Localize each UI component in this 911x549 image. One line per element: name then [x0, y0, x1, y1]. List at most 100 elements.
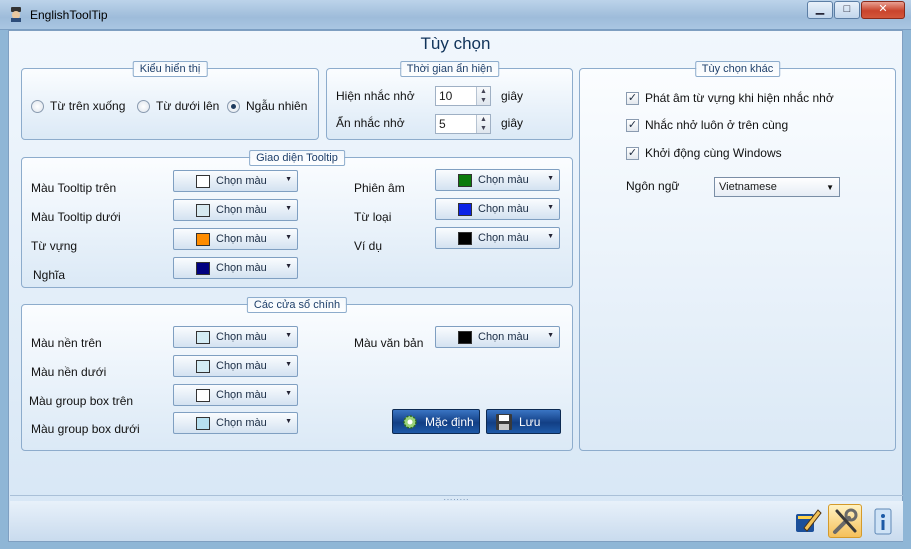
window-title: EnglishToolTip — [30, 8, 108, 22]
main-window-group: Các cửa sổ chính Màu nền trên Chọn màu ▼… — [21, 297, 573, 451]
picker-label: Chọn màu — [478, 174, 529, 186]
radio-random[interactable] — [227, 100, 240, 113]
bg-top-color-picker[interactable]: Chọn màu ▼ — [173, 326, 298, 348]
timing-group: Thời gian ẩn hiện Hiện nhắc nhở 10 ▲ ▼ gi… — [326, 61, 573, 140]
about-info-icon — [874, 508, 892, 535]
page-title: Tùy chọn — [420, 34, 491, 53]
other-options-group: Tùy chọn khác ✓ Phát âm từ vựng khi hiện… — [579, 61, 896, 451]
word-type-color-label: Từ loại — [354, 210, 392, 224]
about-tool-button[interactable] — [866, 504, 900, 538]
dictionary-tool-button[interactable] — [790, 504, 824, 538]
options-client-area: Tùy chọn Kiểu hiển thị Từ trên xuống Từ … — [8, 30, 903, 542]
close-button[interactable]: ✕ — [861, 1, 905, 19]
check-pronounce-label[interactable]: Phát âm từ vựng khi hiện nhắc nhở — [645, 91, 834, 105]
save-button[interactable]: Lưu — [486, 409, 561, 434]
color-swatch — [196, 175, 210, 188]
color-swatch — [196, 331, 210, 344]
picker-label: Chọn màu — [216, 389, 267, 401]
picker-label: Chọn màu — [478, 331, 529, 343]
spin-up-icon[interactable]: ▲ — [477, 115, 490, 124]
chevron-down-icon: ▼ — [285, 263, 292, 270]
spin-down-icon[interactable]: ▼ — [477, 124, 490, 133]
color-swatch — [458, 203, 472, 216]
meaning-color-label: Nghĩa — [33, 268, 66, 282]
picker-label: Chọn màu — [216, 175, 267, 187]
show-reminder-value[interactable]: 10 — [439, 89, 452, 103]
spin-up-icon[interactable]: ▲ — [477, 87, 490, 96]
dictionary-pen-icon — [796, 509, 822, 532]
picker-label: Chọn màu — [478, 203, 529, 215]
vocabulary-color-picker[interactable]: Chọn màu ▼ — [173, 228, 298, 250]
groupbox-top-color-label: Màu group box trên — [29, 394, 134, 408]
tooltip-ui-group: Giao diện Tooltip Màu Tooltip trên Chọn … — [21, 150, 573, 288]
hide-reminder-stepper[interactable]: 5 ▲ ▼ — [435, 114, 491, 134]
hide-reminder-value[interactable]: 5 — [439, 117, 446, 131]
tooltip-bottom-color-label: Màu Tooltip dưới — [31, 210, 121, 224]
example-color-picker[interactable]: Chọn màu ▼ — [435, 227, 560, 249]
groupbox-bottom-color-picker[interactable]: Chọn màu ▼ — [173, 412, 298, 434]
check-always-on-top[interactable]: ✓ — [626, 119, 639, 132]
text-color-picker[interactable]: Chọn màu ▼ — [435, 326, 560, 348]
maximize-button[interactable]: □ — [834, 1, 860, 19]
radio-top-down-label[interactable]: Từ trên xuống — [50, 99, 125, 113]
language-label: Ngôn ngữ — [626, 179, 680, 193]
minimize-button[interactable]: ▁ — [807, 1, 833, 19]
chevron-down-icon: ▼ — [285, 390, 292, 397]
language-value: Vietnamese — [719, 181, 777, 193]
hide-reminder-unit: giây — [501, 116, 524, 130]
tooltip-top-color-picker[interactable]: Chọn màu ▼ — [173, 170, 298, 192]
other-options-title: Tùy chọn khác — [694, 61, 781, 77]
color-swatch — [196, 233, 210, 246]
save-button-label: Lưu — [519, 415, 541, 429]
timing-title: Thời gian ẩn hiện — [399, 61, 500, 77]
chevron-down-icon: ▼ — [547, 332, 554, 339]
tooltip-bottom-color-picker[interactable]: Chọn màu ▼ — [173, 199, 298, 221]
options-tool-button[interactable] — [828, 504, 862, 538]
display-mode-title: Kiểu hiển thị — [132, 61, 208, 77]
title-bar: EnglishToolTip ▁ □ ✕ — [0, 0, 911, 30]
check-pronounce[interactable]: ✓ — [626, 92, 639, 105]
hide-reminder-label: Ẩn nhắc nhở — [336, 116, 405, 130]
chevron-down-icon: ▼ — [285, 176, 292, 183]
color-swatch — [458, 232, 472, 245]
spin-down-icon[interactable]: ▼ — [477, 96, 490, 105]
picker-label: Chọn màu — [216, 331, 267, 343]
word-type-color-picker[interactable]: Chọn màu ▼ — [435, 198, 560, 220]
example-color-label: Ví dụ — [354, 239, 383, 253]
radio-bottom-up[interactable] — [137, 100, 150, 113]
picker-label: Chọn màu — [216, 262, 267, 274]
color-swatch — [458, 331, 472, 344]
color-swatch — [196, 417, 210, 430]
color-swatch — [458, 174, 472, 187]
chevron-down-icon: ▼ — [547, 175, 554, 182]
app-icon — [11, 7, 21, 22]
bg-top-color-label: Màu nền trên — [31, 336, 102, 350]
radio-random-label[interactable]: Ngẫu nhiên — [246, 99, 307, 113]
bg-bottom-color-picker[interactable]: Chọn màu ▼ — [173, 355, 298, 377]
color-swatch — [196, 204, 210, 217]
tooltip-top-color-label: Màu Tooltip trên — [31, 181, 117, 195]
picker-label: Chọn màu — [478, 232, 529, 244]
groupbox-top-color-picker[interactable]: Chọn màu ▼ — [173, 384, 298, 406]
main-window-title: Các cửa sổ chính — [246, 297, 348, 313]
picker-label: Chọn màu — [216, 204, 267, 216]
phonetic-color-label: Phiên âm — [354, 181, 405, 195]
bg-bottom-color-label: Màu nền dưới — [31, 365, 107, 379]
phonetic-color-picker[interactable]: Chọn màu ▼ — [435, 169, 560, 191]
chevron-down-icon: ▼ — [547, 204, 554, 211]
radio-top-down[interactable] — [31, 100, 44, 113]
show-reminder-unit: giây — [501, 89, 524, 103]
chevron-down-icon: ▼ — [285, 205, 292, 212]
check-always-on-top-label[interactable]: Nhắc nhở luôn ở trên cùng — [645, 118, 788, 132]
picker-label: Chọn màu — [216, 233, 267, 245]
check-startup-windows-label[interactable]: Khởi động cùng Windows — [645, 146, 782, 160]
show-reminder-stepper[interactable]: 10 ▲ ▼ — [435, 86, 491, 106]
meaning-color-picker[interactable]: Chọn màu ▼ — [173, 257, 298, 279]
check-startup-windows[interactable]: ✓ — [626, 147, 639, 160]
color-swatch — [196, 262, 210, 275]
default-button-label: Mặc định — [425, 415, 474, 429]
bottom-toolbar — [10, 501, 903, 541]
language-select[interactable]: Vietnamese ▼ — [714, 177, 840, 197]
default-button[interactable]: Mặc định — [392, 409, 480, 434]
radio-bottom-up-label[interactable]: Từ dưới lên — [156, 99, 219, 113]
